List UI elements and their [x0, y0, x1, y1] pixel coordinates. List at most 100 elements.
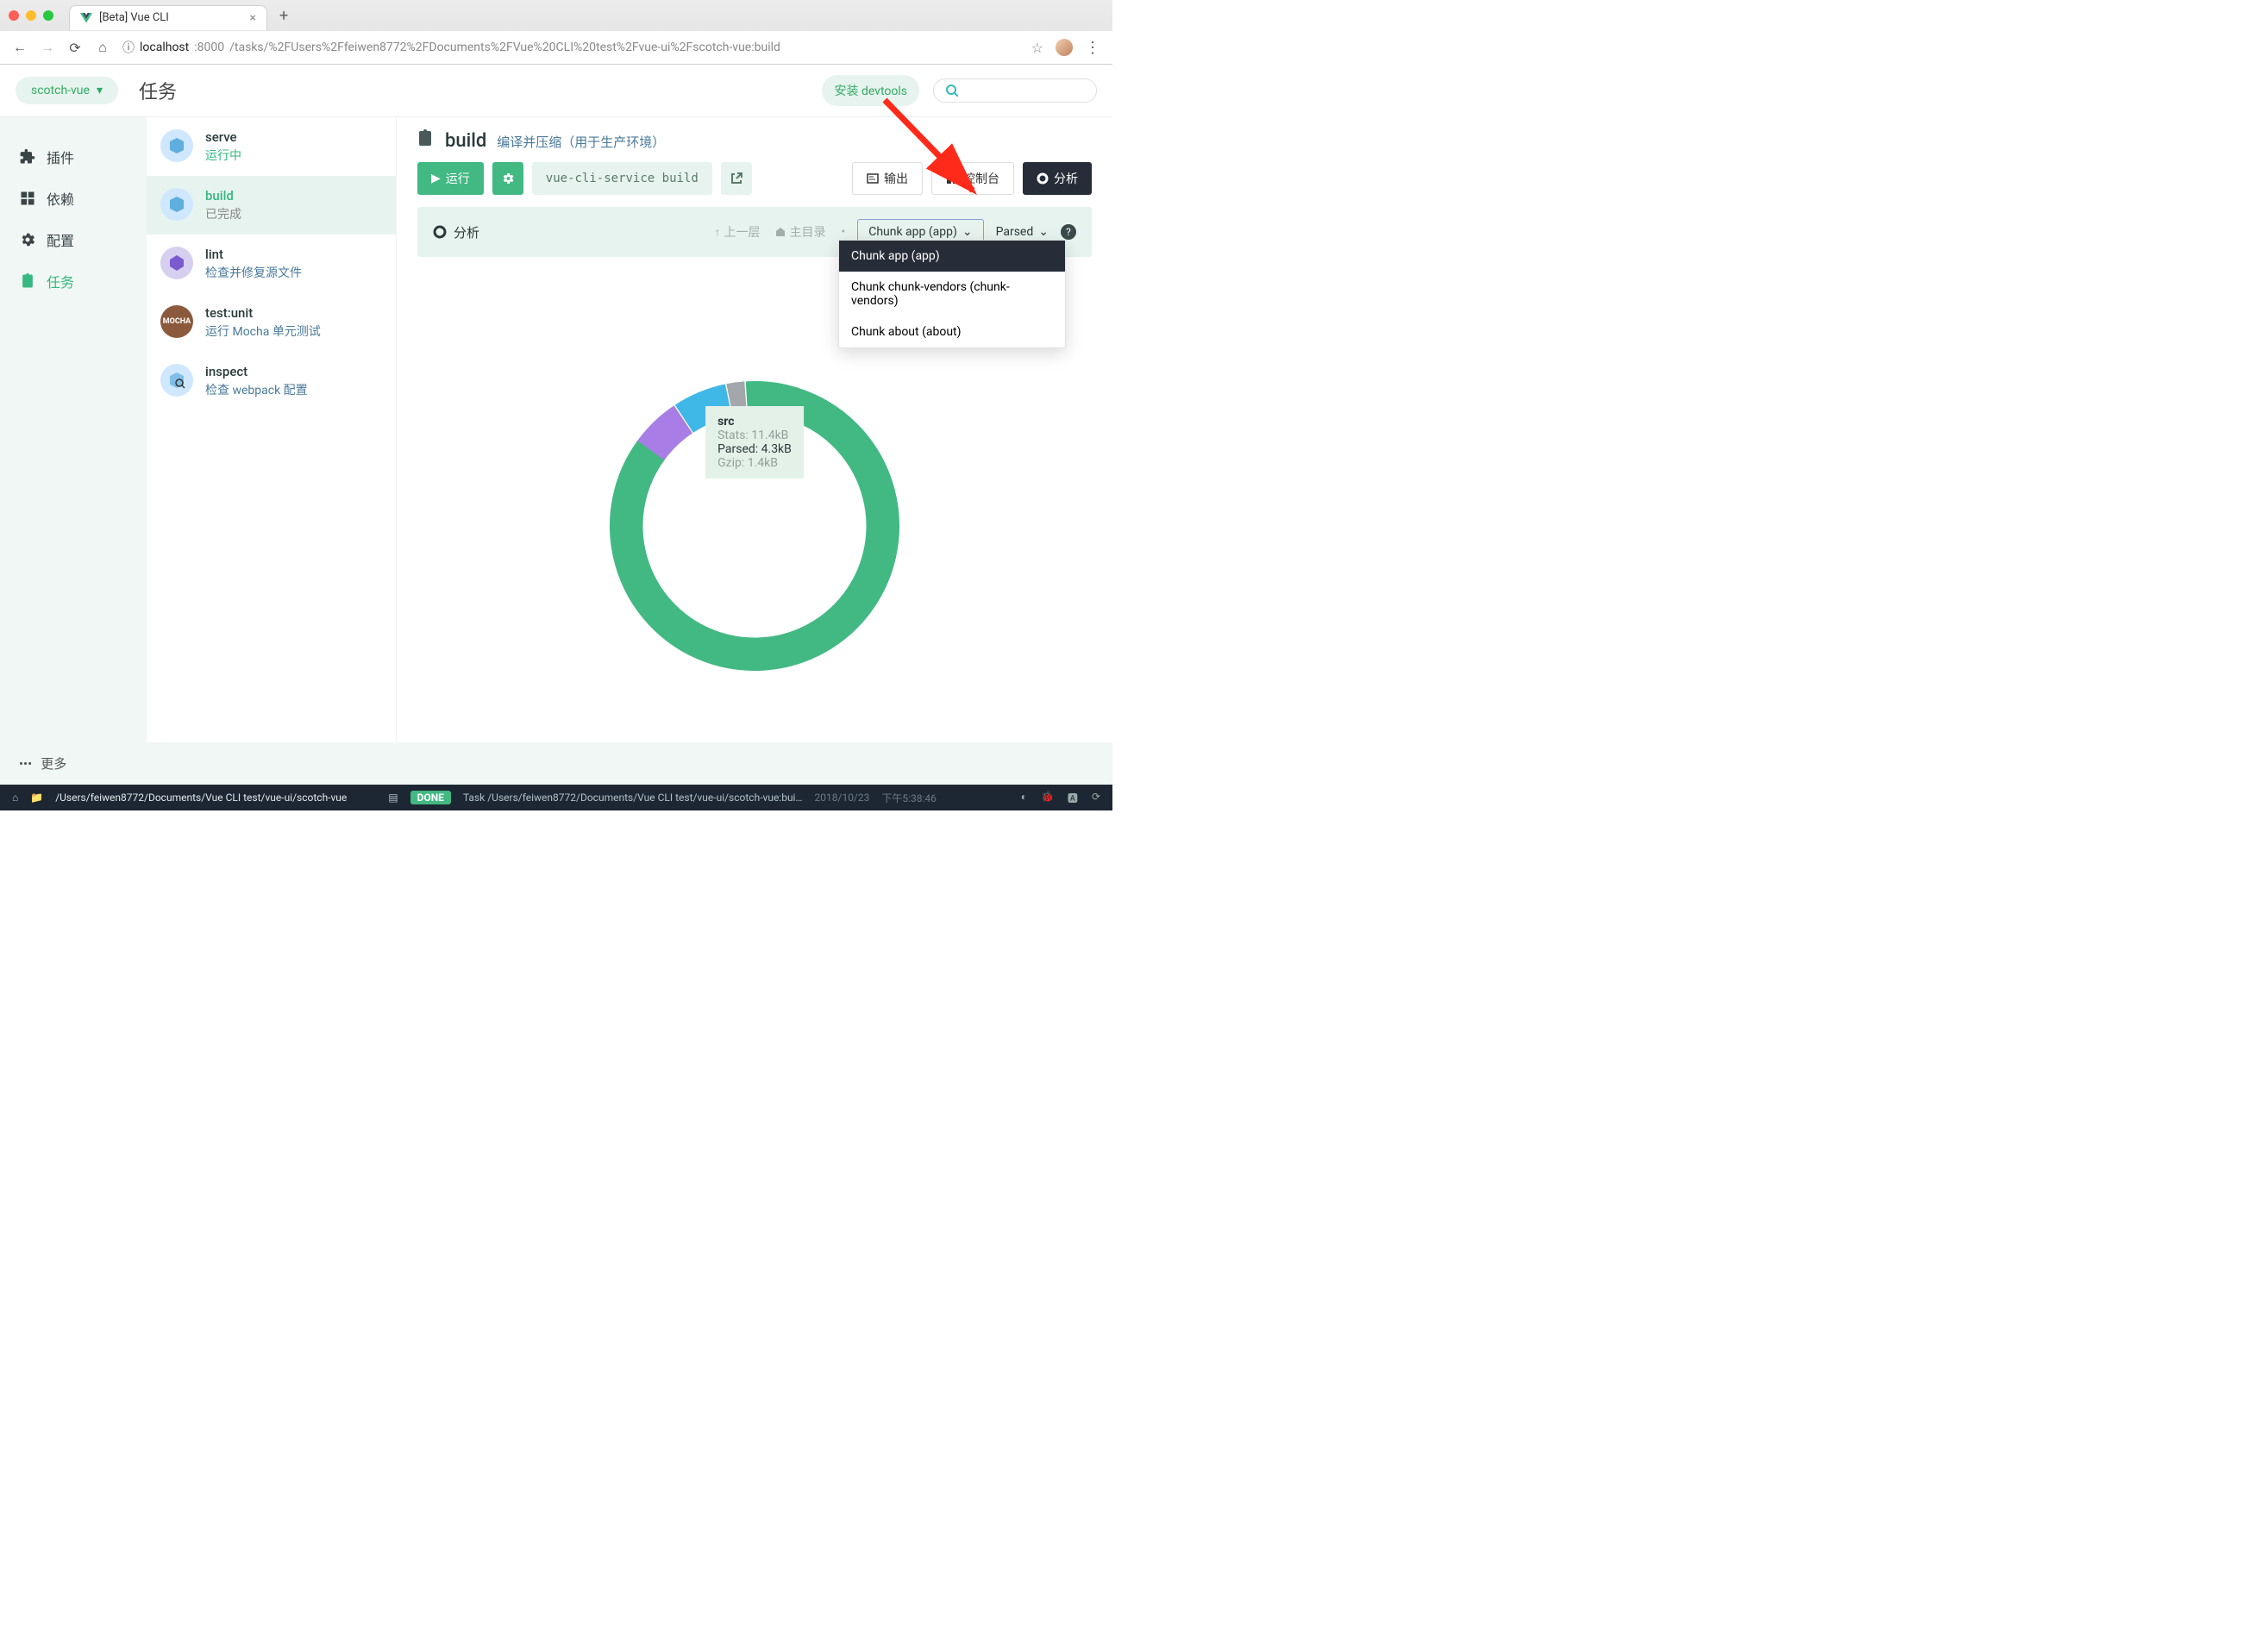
- more-label: 更多: [41, 754, 66, 773]
- task-name: build: [205, 188, 241, 203]
- task-item-test-unit[interactable]: MOCHA test:unit 运行 Mocha 单元测试: [147, 293, 396, 352]
- task-desc: 检查并修复源文件: [205, 264, 302, 281]
- tab-title: [Beta] Vue CLI: [99, 11, 169, 24]
- gear-icon: [501, 172, 515, 185]
- minimize-window-icon[interactable]: [26, 10, 36, 21]
- close-tab-icon[interactable]: ×: [250, 11, 256, 25]
- task-item-inspect[interactable]: inspect 检查 webpack 配置: [147, 352, 396, 410]
- output-label: 输出: [884, 170, 908, 187]
- forward-button[interactable]: →: [40, 39, 55, 56]
- browser-chrome: [Beta] Vue CLI × + ← → ⟳ ⌂ ⓘ localhost:8…: [0, 0, 1112, 65]
- help-button[interactable]: ?: [1061, 224, 1076, 240]
- dropdown-option[interactable]: Chunk chunk-vendors (chunk-vendors): [839, 272, 1065, 316]
- cwd: /Users/feiwen8772/Documents/Vue CLI test…: [55, 792, 347, 804]
- sidebar-item-deps[interactable]: 依赖: [0, 178, 147, 219]
- clipboard-icon: [417, 129, 435, 147]
- bookmark-icon[interactable]: ☆: [1031, 40, 1043, 56]
- settings-button[interactable]: [492, 162, 523, 195]
- magnify-box-icon: [160, 364, 193, 397]
- app-header: scotch-vue ▾ 任务 安装 devtools: [0, 65, 1112, 117]
- output-tab[interactable]: 输出: [852, 162, 923, 195]
- external-link-icon: [730, 172, 743, 185]
- install-devtools-button[interactable]: 安装 devtools: [822, 75, 919, 106]
- profile-avatar[interactable]: [1056, 39, 1073, 56]
- root-button[interactable]: 主目录: [775, 223, 825, 241]
- chevron-down-icon: ⌄: [1038, 225, 1049, 239]
- task-title: build: [445, 130, 486, 152]
- back-button[interactable]: ←: [12, 39, 28, 56]
- analyze-label: 分析: [1054, 170, 1078, 187]
- terminal-date: 2018/10/23: [815, 792, 870, 804]
- more-button[interactable]: ••• 更多: [0, 742, 1112, 785]
- zoom-window-icon[interactable]: [43, 10, 53, 21]
- task-item-build[interactable]: build 已完成: [147, 176, 396, 235]
- tooltip-gzip: Gzip: 1.4kB: [717, 456, 792, 470]
- folder-icon[interactable]: 📁: [30, 792, 43, 804]
- analyze-tab[interactable]: 分析: [1023, 162, 1092, 195]
- url-host: localhost: [140, 41, 189, 54]
- home-button[interactable]: ⌂: [95, 39, 110, 56]
- project-name: scotch-vue: [31, 84, 90, 97]
- sidebar-item-tasks[interactable]: 任务: [0, 260, 147, 302]
- home-icon[interactable]: ⌂: [12, 792, 18, 804]
- mode-selector[interactable]: Parsed ⌄: [996, 225, 1049, 239]
- task-item-lint[interactable]: lint 检查并修复源文件: [147, 235, 396, 293]
- window-controls[interactable]: [9, 10, 53, 21]
- bug-icon[interactable]: 🐞: [1041, 791, 1054, 805]
- chunk-dropdown: Chunk app (app) Chunk chunk-vendors (chu…: [838, 240, 1066, 348]
- task-name: serve: [205, 129, 241, 145]
- task-content: build 编译并压缩（用于生产环境） ▶ 运行 vue-cli-service…: [397, 117, 1112, 742]
- address-bar[interactable]: ⓘ localhost:8000/tasks/%2FUsers%2Ffeiwen…: [122, 39, 1019, 56]
- contrast-icon[interactable]: ◐: [1021, 791, 1027, 805]
- mode-selected: Parsed: [996, 225, 1034, 239]
- task-item-serve[interactable]: serve 运行中: [147, 117, 396, 176]
- site-info-icon[interactable]: ⓘ: [122, 39, 135, 56]
- log-icon[interactable]: ▤: [388, 792, 398, 804]
- chevron-down-icon: ⌄: [962, 225, 973, 239]
- sidebar-label: 任务: [47, 271, 74, 291]
- project-selector[interactable]: scotch-vue ▾: [16, 77, 118, 104]
- analyze-title: 分析: [454, 223, 479, 241]
- close-window-icon[interactable]: [9, 10, 19, 21]
- search-icon: [946, 84, 958, 97]
- terminal-bar: ⌂ 📁 /Users/feiwen8772/Documents/Vue CLI …: [0, 785, 1112, 810]
- home-icon: [775, 227, 786, 237]
- tooltip-stats: Stats: 11.4kB: [717, 429, 792, 442]
- search-input[interactable]: [933, 78, 1097, 103]
- vue-logo-icon: [80, 13, 92, 23]
- up-level-button[interactable]: ↑ 上一层: [714, 223, 760, 241]
- task-desc: 检查 webpack 配置: [205, 381, 308, 398]
- sidebar-item-config[interactable]: 配置: [0, 219, 147, 260]
- sidebar-label: 插件: [47, 147, 74, 167]
- browser-menu-icon[interactable]: ⋮: [1085, 39, 1100, 57]
- sidebar-label: 配置: [47, 229, 74, 250]
- box-icon: [160, 129, 193, 162]
- console-label: 控制台: [963, 170, 999, 187]
- mocha-icon: MOCHA: [160, 305, 193, 338]
- play-icon: ▶: [431, 172, 441, 185]
- clipboard-icon: [19, 272, 36, 290]
- task-desc: 已完成: [205, 205, 241, 222]
- reload-button[interactable]: ⟳: [67, 40, 83, 56]
- output-icon: [867, 172, 879, 185]
- translate-icon[interactable]: 🅰: [1068, 791, 1078, 805]
- browser-tab[interactable]: [Beta] Vue CLI ×: [69, 5, 267, 30]
- dots-icon: •••: [19, 756, 32, 772]
- new-tab-button[interactable]: +: [274, 7, 293, 25]
- url-path: /tasks/%2FUsers%2Ffeiwen8772%2FDocuments…: [229, 41, 780, 54]
- open-external-button[interactable]: [721, 162, 752, 195]
- task-list: serve 运行中 build 已完成 lint 检查并修复源文件 MOCHA …: [147, 117, 397, 742]
- root-label: 主目录: [789, 223, 825, 241]
- dropdown-option[interactable]: Chunk app (app): [839, 241, 1065, 272]
- hex-icon: [160, 247, 193, 279]
- dashboard-icon: [946, 172, 958, 185]
- task-name: inspect: [205, 364, 308, 379]
- dropdown-option[interactable]: Chunk about (about): [839, 316, 1065, 347]
- donut-icon: [433, 225, 447, 239]
- run-button[interactable]: ▶ 运行: [417, 162, 484, 195]
- console-tab[interactable]: 控制台: [931, 162, 1014, 195]
- refresh-icon[interactable]: ⟳: [1092, 791, 1100, 805]
- task-subtitle: 编译并压缩（用于生产环境）: [497, 133, 665, 151]
- task-desc: 运行中: [205, 147, 241, 164]
- sidebar-item-plugins[interactable]: 插件: [0, 136, 147, 178]
